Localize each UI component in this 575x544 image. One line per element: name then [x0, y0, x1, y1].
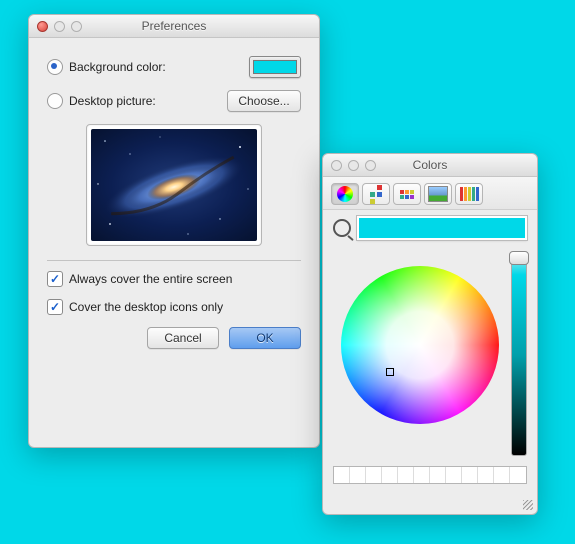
desktop-picture-radio[interactable]: [47, 93, 63, 109]
background-color-label: Background color:: [69, 60, 166, 74]
cancel-button[interactable]: Cancel: [147, 327, 219, 349]
background-color-radio[interactable]: [47, 59, 63, 75]
color-palettes-icon: [400, 190, 414, 199]
color-wheel-icon: [337, 186, 353, 202]
magnifier-icon[interactable]: [333, 219, 351, 237]
crayons-tab[interactable]: [455, 183, 483, 205]
palettes-tab[interactable]: [393, 183, 421, 205]
desktop-picture-preview[interactable]: [86, 124, 262, 246]
colors-titlebar[interactable]: Colors: [323, 154, 537, 177]
color-sliders-icon: [370, 185, 382, 204]
preferences-title: Preferences: [29, 19, 319, 33]
ok-button-label: OK: [256, 331, 273, 345]
brightness-slider[interactable]: [511, 254, 527, 456]
current-color-swatch[interactable]: [357, 216, 527, 240]
desktop-picture-label: Desktop picture:: [69, 94, 156, 108]
cancel-button-label: Cancel: [164, 331, 201, 345]
separator: [47, 260, 301, 261]
colors-window: Colors: [322, 153, 538, 515]
cover-icons-label: Cover the desktop icons only: [69, 300, 223, 314]
wheel-tab[interactable]: [331, 183, 359, 205]
choose-button-label: Choose...: [238, 94, 289, 108]
image-palettes-icon: [428, 186, 448, 202]
preferences-window: Preferences Background color: Desktop pi…: [28, 14, 320, 448]
always-cover-checkbox[interactable]: [47, 271, 63, 287]
crayons-icon: [460, 187, 479, 201]
resize-handle[interactable]: [523, 500, 533, 510]
cover-icons-checkbox[interactable]: [47, 299, 63, 315]
color-mode-toolbar: [323, 177, 537, 210]
ok-button[interactable]: OK: [229, 327, 301, 349]
always-cover-label: Always cover the entire screen: [69, 272, 232, 286]
saved-swatches[interactable]: [333, 466, 527, 484]
image-tab[interactable]: [424, 183, 452, 205]
galaxy-image: [91, 129, 257, 241]
sliders-tab[interactable]: [362, 183, 390, 205]
colors-title: Colors: [323, 158, 537, 172]
choose-button[interactable]: Choose...: [227, 90, 301, 112]
background-color-well[interactable]: [249, 56, 301, 78]
brightness-knob[interactable]: [509, 251, 529, 265]
preferences-titlebar[interactable]: Preferences: [29, 15, 319, 38]
background-color-swatch: [253, 60, 297, 74]
color-picker-cursor[interactable]: [386, 368, 394, 376]
color-wheel[interactable]: [341, 266, 499, 424]
